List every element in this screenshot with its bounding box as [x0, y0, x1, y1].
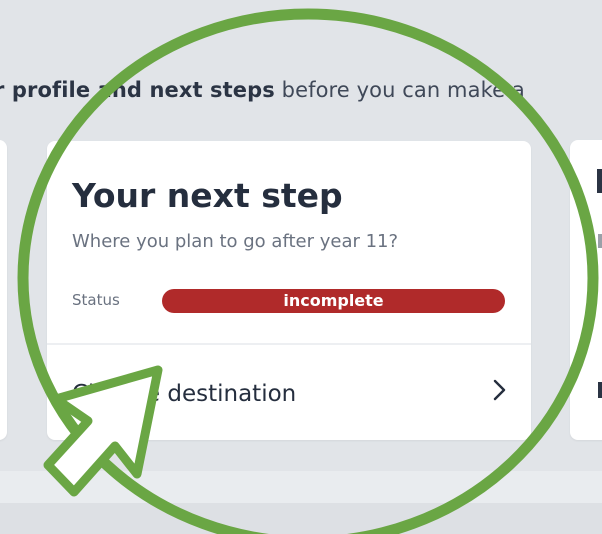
card-subtitle: Where you plan to go after year 11?	[72, 231, 399, 252]
lower-band	[0, 471, 602, 503]
change-destination-label: Change destination	[72, 381, 297, 407]
intro-next-steps-text: and next steps	[90, 78, 275, 102]
card-title: Your next step	[72, 176, 343, 215]
bottom-band	[0, 503, 602, 534]
status-badge: incomplete	[162, 289, 505, 313]
status-label: Status	[72, 291, 120, 309]
next-card-action-fragment	[598, 382, 602, 398]
next-card[interactable]	[570, 140, 602, 440]
intro-text: r profile and next steps before you can …	[0, 78, 525, 102]
change-destination-button[interactable]: Change destination	[47, 345, 531, 440]
previous-card[interactable]	[0, 140, 7, 440]
next-card-title-fragment	[597, 169, 602, 193]
next-card-subtitle-fragment	[598, 234, 602, 248]
next-step-card: Your next step Where you plan to go afte…	[47, 141, 531, 440]
intro-profile-text: r profile	[0, 78, 91, 102]
chevron-right-icon	[493, 379, 506, 401]
intro-rest-text: before you can make a	[274, 78, 525, 102]
